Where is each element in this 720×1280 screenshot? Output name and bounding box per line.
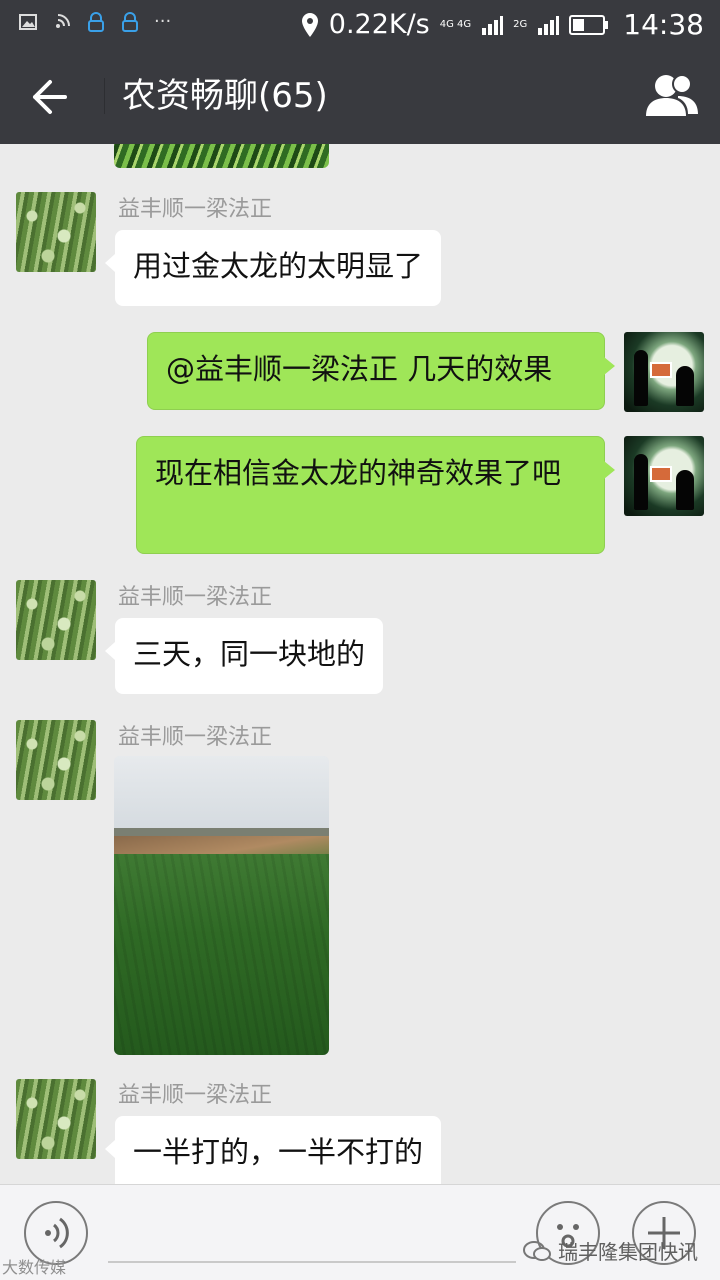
chat-title: 农资畅聊(65) bbox=[122, 76, 328, 116]
status-bar: ··· 0.22K/s 4G 4G 2G 14:38 bbox=[0, 0, 720, 48]
avatar[interactable] bbox=[16, 1079, 96, 1159]
signal-icon bbox=[482, 15, 504, 35]
sender-name: 益丰顺一梁法正 bbox=[118, 585, 273, 610]
status-left-icons: ··· bbox=[18, 12, 171, 32]
watermark-right: 瑞丰隆集团快讯 bbox=[522, 1236, 698, 1265]
watermark-left: 大数传媒 bbox=[2, 1258, 67, 1277]
message-bubble-incoming[interactable]: 三天，同一块地的 bbox=[104, 618, 384, 694]
more-dots-icon: ··· bbox=[154, 11, 172, 32]
input-bar bbox=[0, 1184, 720, 1280]
message-input[interactable] bbox=[108, 1261, 516, 1263]
vpn-icon bbox=[88, 12, 104, 32]
battery-icon bbox=[569, 14, 609, 35]
network-type-1: 4G 4G bbox=[439, 18, 472, 30]
sender-name: 益丰顺一梁法正 bbox=[118, 1083, 273, 1108]
header-divider bbox=[104, 78, 105, 114]
message-bubble-incoming[interactable]: 用过金太龙的太明显了 bbox=[104, 230, 442, 306]
clock: 14:38 bbox=[623, 8, 704, 41]
sender-name: 益丰顺一梁法正 bbox=[118, 197, 273, 222]
chat-header: 农资畅聊(65) bbox=[0, 48, 720, 144]
image-icon bbox=[19, 14, 37, 30]
sender-name: 益丰顺一梁法正 bbox=[118, 725, 273, 750]
watermark-text: 瑞丰隆集团快讯 bbox=[558, 1240, 698, 1264]
hotspot-icon bbox=[56, 14, 70, 28]
group-members-icon[interactable] bbox=[644, 70, 700, 122]
vpn-icon bbox=[122, 12, 138, 32]
location-icon bbox=[301, 12, 318, 37]
network-speed: 0.22K/s bbox=[328, 9, 430, 40]
wechat-icon bbox=[523, 1240, 551, 1261]
network-type-2: 2G bbox=[513, 18, 528, 30]
message-bubble-outgoing[interactable]: 现在相信金太龙的神奇效果了吧 bbox=[136, 436, 615, 554]
avatar-self[interactable] bbox=[624, 436, 704, 516]
message-image-wheat-field[interactable] bbox=[114, 756, 329, 1055]
avatar-self[interactable] bbox=[624, 332, 704, 412]
status-right: 0.22K/s 4G 4G 2G 14:38 bbox=[301, 8, 704, 41]
avatar[interactable] bbox=[16, 580, 96, 660]
message-image-partial[interactable] bbox=[114, 144, 329, 168]
message-bubble-outgoing[interactable]: @益丰顺一梁法正 几天的效果 bbox=[147, 332, 615, 410]
message-bubble-incoming[interactable]: 一半打的，一半不打的 bbox=[104, 1116, 442, 1184]
arrow-left-icon[interactable] bbox=[28, 76, 70, 118]
signal-icon bbox=[538, 15, 560, 35]
avatar[interactable] bbox=[16, 720, 96, 800]
chat-messages[interactable]: 益丰顺一梁法正 用过金太龙的太明显了 @益丰顺一梁法正 几天的效果 现在相信金太… bbox=[0, 144, 720, 1184]
avatar[interactable] bbox=[16, 192, 96, 272]
